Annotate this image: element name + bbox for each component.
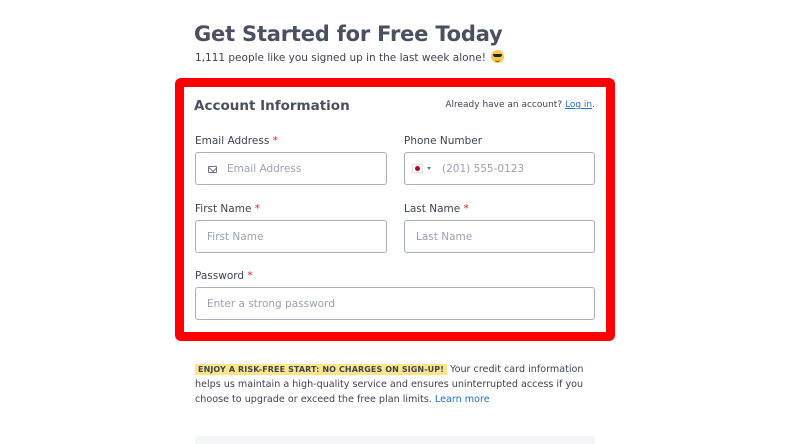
required-mark: * [463, 203, 469, 215]
email-input[interactable] [195, 152, 387, 185]
subtitle-text: 1,111 people like you signed up in the l… [195, 52, 486, 64]
required-mark: * [254, 203, 261, 215]
login-period: . [592, 100, 595, 110]
login-prompt: Already have an account? Log in. [445, 100, 595, 110]
next-section-panel [195, 436, 595, 444]
first-name-label: First Name * [195, 203, 261, 215]
password-label: Password * [195, 270, 253, 282]
page-title: Get Started for Free Today [194, 22, 503, 46]
billing-notice: ENJOY A RISK-FREE START: NO CHARGES ON S… [195, 362, 595, 407]
first-name-input[interactable] [195, 220, 387, 253]
login-prompt-text: Already have an account? [445, 100, 563, 110]
required-mark: * [272, 135, 278, 147]
mail-icon [208, 166, 217, 173]
risk-free-badge: ENJOY A RISK-FREE START: NO CHARGES ON S… [195, 364, 447, 375]
last-name-input[interactable] [404, 220, 595, 253]
page-subtitle: 1,111 people like you signed up in the l… [195, 50, 505, 64]
japan-flag-icon[interactable] [412, 164, 423, 173]
required-mark: * [247, 270, 253, 282]
last-name-label: Last Name * [404, 203, 469, 215]
email-label: Email Address * [195, 135, 278, 147]
login-link[interactable]: Log in [565, 100, 592, 110]
sunglasses-emoji-icon [491, 50, 505, 63]
phone-input[interactable] [404, 152, 595, 185]
phone-label: Phone Number [404, 135, 483, 147]
learn-more-link[interactable]: Learn more [435, 394, 490, 405]
password-input[interactable] [195, 287, 595, 320]
account-information-heading: Account Information [194, 98, 350, 114]
chevron-down-icon[interactable] [427, 167, 431, 170]
